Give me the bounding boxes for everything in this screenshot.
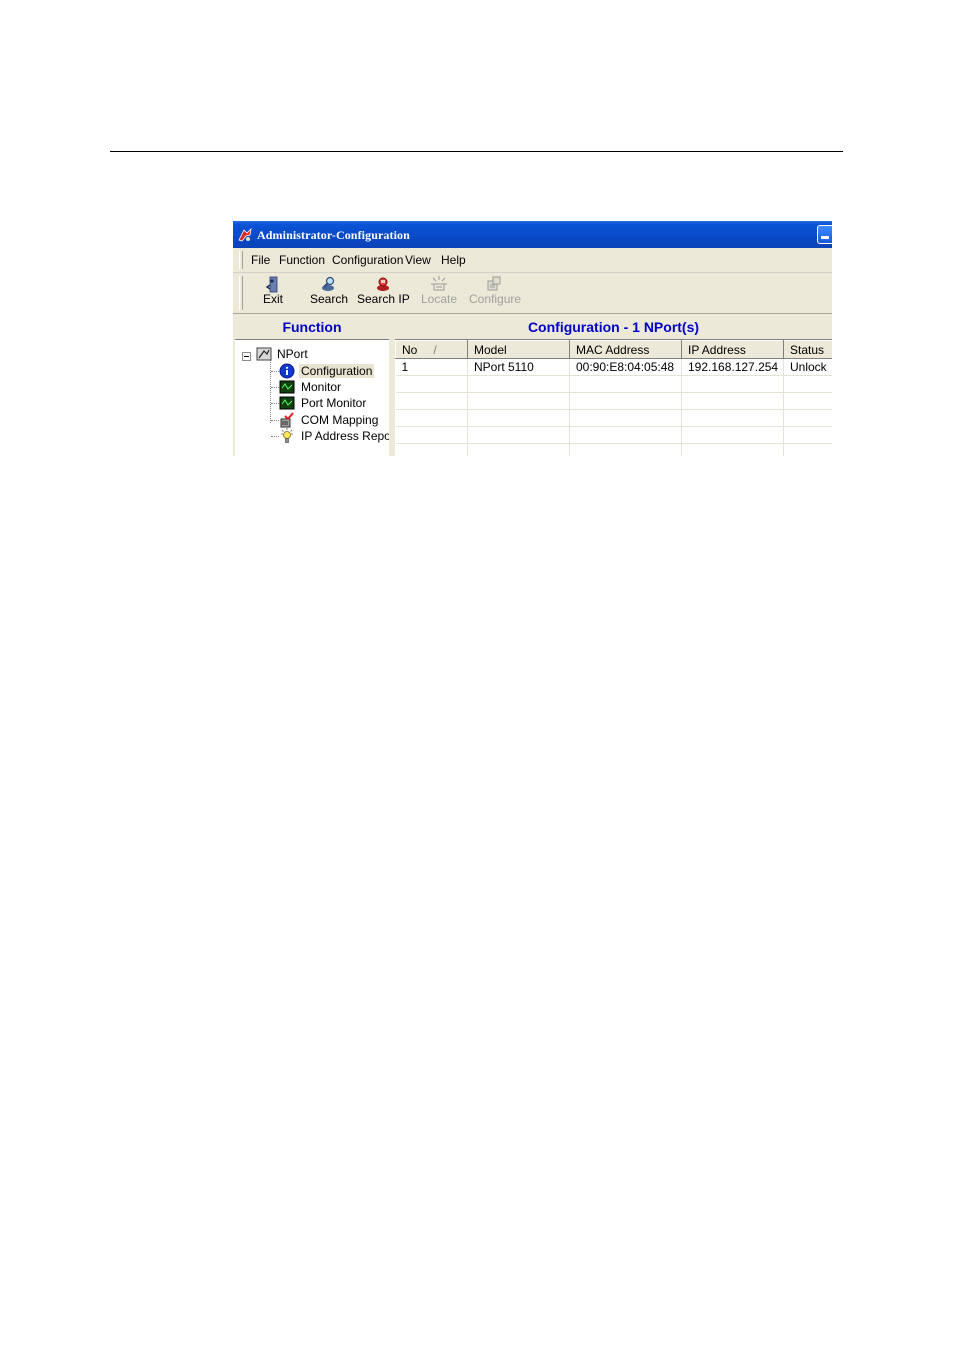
title-bar[interactable]: Administrator-Configuration [233, 221, 832, 248]
tree-item-port-monitor-label: Port Monitor [301, 396, 367, 410]
empty-table-row [395, 392, 832, 410]
tree-branch-line [271, 436, 279, 437]
column-header-status[interactable]: Status [783, 340, 832, 359]
function-pane: Function NPort Configuration Monitor Por… [235, 316, 398, 456]
exit-icon [265, 276, 278, 293]
empty-table-row [395, 443, 832, 456]
column-header-mac-address[interactable]: MAC Address [569, 340, 682, 359]
menu-bar: File Function Configuration View Help [233, 248, 832, 273]
menu-grip[interactable] [239, 251, 243, 269]
locate-button[interactable]: Locate [419, 275, 459, 311]
tree-item-ip-address-report-label: IP Address Report [301, 429, 399, 443]
tree-item-configuration-label: Configuration [299, 364, 375, 378]
toolbar: Exit Search Search IP Locate Configure [233, 273, 832, 314]
menu-function[interactable]: Function [279, 253, 325, 267]
menu-configuration[interactable]: Configuration [332, 253, 403, 267]
empty-table-row [395, 426, 832, 444]
monitor-icon [279, 380, 295, 394]
tree-root-label: NPort [277, 347, 308, 361]
cell-no: 1 [395, 358, 468, 376]
com-mapping-icon [280, 412, 294, 428]
nport-table: No / Model MAC Address IP Address Status … [395, 340, 832, 456]
tree-connector [270, 356, 271, 423]
page-header-rule [110, 151, 843, 152]
menu-view[interactable]: View [405, 253, 431, 267]
tree-branch-line [271, 387, 279, 388]
menu-file[interactable]: File [251, 253, 270, 267]
search-ip-button-label: Search IP [357, 292, 410, 306]
app-logo-icon [238, 227, 252, 242]
configure-icon [487, 276, 501, 291]
exit-button-label: Exit [262, 292, 283, 306]
empty-table-row [395, 409, 832, 427]
configuration-pane: Configuration - 1 NPort(s) No / Model MAC… [395, 316, 832, 456]
table-row[interactable]: 1 NPort 5110 00:90:E8:04:05:48 192.168.1… [395, 358, 832, 376]
search-icon [322, 276, 335, 291]
locate-icon [431, 276, 447, 291]
column-header-no[interactable]: No / [395, 340, 468, 359]
info-icon [279, 363, 295, 379]
column-header-ip-address[interactable]: IP Address [681, 340, 784, 359]
search-button-label: Search [309, 292, 349, 306]
cell-mac-address: 00:90:E8:04:05:48 [569, 358, 682, 376]
tree-item-monitor-label: Monitor [301, 380, 342, 394]
configure-button-label: Configure [469, 292, 522, 306]
column-header-no-label: No [402, 342, 418, 357]
toolbar-grip[interactable] [239, 276, 243, 310]
search-button[interactable]: Search [309, 275, 349, 311]
tree-branch-line [271, 420, 279, 421]
search-ip-icon [377, 277, 389, 291]
column-header-model[interactable]: Model [467, 340, 570, 359]
table-header-row: No / Model MAC Address IP Address Status [395, 340, 832, 359]
search-ip-button[interactable]: Search IP [357, 275, 410, 311]
configure-button[interactable]: Configure [469, 275, 522, 311]
tree-item-com-mapping-label: COM Mapping [301, 413, 379, 427]
admin-window: Administrator-Configuration File Functio… [233, 221, 832, 456]
tree-branch-line [271, 403, 279, 404]
configuration-pane-header: Configuration - 1 NPort(s) [395, 316, 832, 340]
locate-button-label: Locate [420, 292, 458, 306]
minimize-icon [821, 236, 829, 239]
tree-item-monitor[interactable]: Monitor [279, 379, 389, 395]
tree-item-com-mapping[interactable]: COM Mapping [279, 412, 389, 428]
sort-indicator-icon: / [433, 342, 437, 357]
nport-icon [256, 347, 272, 361]
port-monitor-icon [279, 396, 295, 410]
tree-root-nport[interactable]: NPort [235, 346, 389, 362]
cell-status: Unlock [783, 358, 832, 376]
cell-model: NPort 5110 [467, 358, 570, 376]
cell-ip-address: 192.168.127.254 [681, 358, 784, 376]
tree-branch-line [271, 371, 279, 372]
empty-table-row [395, 375, 832, 393]
tree-collapse-toggle[interactable] [242, 352, 251, 361]
exit-button[interactable]: Exit [259, 275, 287, 311]
lightbulb-icon [281, 428, 293, 443]
tree-item-ip-address-report[interactable]: IP Address Report [279, 428, 398, 444]
tree-item-configuration[interactable]: Configuration [279, 363, 389, 379]
menu-help[interactable]: Help [441, 253, 466, 267]
window-title: Administrator-Configuration [257, 228, 410, 242]
function-pane-header: Function [235, 316, 389, 340]
tree-item-port-monitor[interactable]: Port Monitor [279, 395, 389, 411]
minimize-button[interactable] [817, 225, 832, 244]
